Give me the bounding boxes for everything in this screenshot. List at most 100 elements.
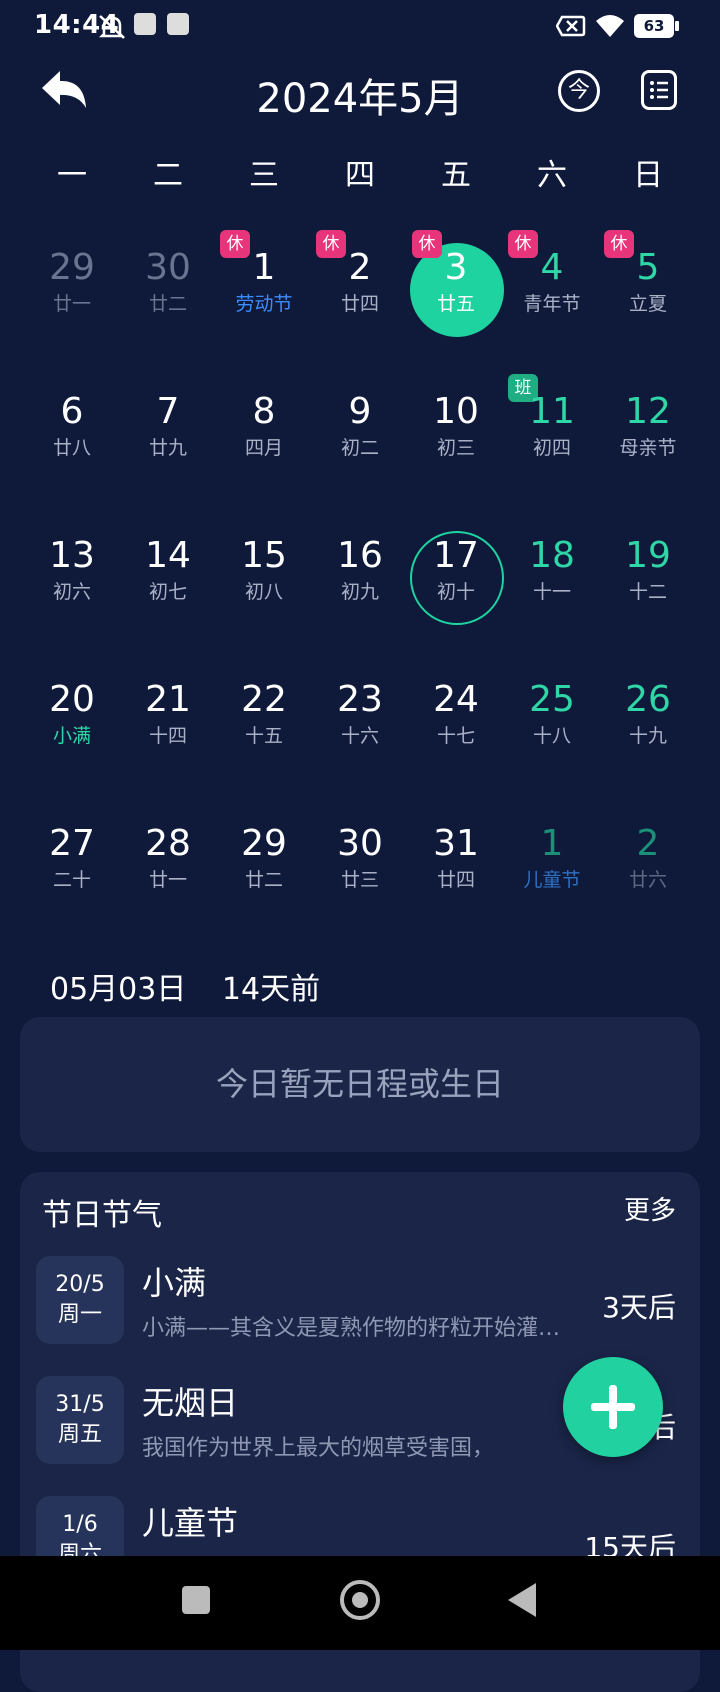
weekday-header: 一 二 三 四 五 六 日 [24, 150, 696, 196]
day-number: 2 [348, 247, 372, 288]
calendar-day[interactable]: 休 5 立夏 [600, 218, 696, 362]
home-button[interactable] [340, 1580, 380, 1620]
day-number: 9 [348, 391, 372, 432]
status-bar: 14:44 63 [0, 0, 720, 54]
calendar-day[interactable]: 2 廿六 [600, 794, 696, 938]
calendar-day[interactable]: 25 十八 [504, 650, 600, 794]
add-event-button[interactable] [563, 1357, 663, 1457]
recents-button[interactable] [182, 1586, 210, 1614]
calendar-day[interactable]: 14 初七 [120, 506, 216, 650]
list-view-icon[interactable] [641, 70, 677, 110]
day-number: 1 [540, 823, 564, 864]
calendar-day[interactable]: 22 十五 [216, 650, 312, 794]
lunar-date: 十六 [340, 725, 379, 747]
day-number: 15 [241, 535, 287, 576]
calendar-day[interactable]: 9 初二 [312, 362, 408, 506]
day-number: 2 [636, 823, 660, 864]
day-number: 28 [145, 823, 191, 864]
nav-back-button[interactable] [508, 1583, 536, 1617]
day-number: 24 [433, 679, 479, 720]
calendar-day[interactable]: 12 母亲节 [600, 362, 696, 506]
calendar-day[interactable]: 26 十九 [600, 650, 696, 794]
calendar-day[interactable]: 休 1 劳动节 [216, 218, 312, 362]
month-title[interactable]: 2024年5月 [0, 66, 720, 124]
calendar-day[interactable]: 30 廿三 [312, 794, 408, 938]
day-number: 1 [252, 247, 276, 288]
calendar-day[interactable]: 28 廿一 [120, 794, 216, 938]
day-number: 12 [625, 391, 671, 432]
calendar-day[interactable]: 21 十四 [120, 650, 216, 794]
festival-weekday: 周一 [57, 1302, 102, 1327]
calendar-day[interactable]: 24 十七 [408, 650, 504, 794]
weekday-label: 一 [57, 158, 87, 193]
calendar-day[interactable]: 休 2 廿四 [312, 218, 408, 362]
day-number: 6 [60, 391, 84, 432]
calendar-day[interactable]: 1 儿童节 [504, 794, 600, 938]
day-number: 14 [145, 535, 191, 576]
festival-label: 劳动节 [235, 293, 293, 315]
day-number: 20 [49, 679, 95, 720]
lunar-date: 廿八 [52, 437, 91, 459]
wifi-icon [596, 15, 624, 37]
festival-label: 青年节 [523, 293, 581, 315]
calendar-day-selected[interactable]: 休 3 廿五 [408, 218, 504, 362]
day-number: 3 [444, 247, 468, 288]
calendar-day[interactable]: 8 四月 [216, 362, 312, 506]
day-number: 23 [337, 679, 383, 720]
more-link[interactable]: 更多 [624, 1190, 676, 1227]
festival-name: 儿童节 [142, 1504, 239, 1542]
app-header: 2024年5月 今 [0, 60, 720, 124]
lunar-date: 廿九 [148, 437, 187, 459]
lunar-date: 十八 [532, 725, 571, 747]
lunar-date: 初六 [52, 581, 91, 603]
festival-countdown: 3天后 [602, 1291, 676, 1324]
selected-date: 05月03日 [50, 972, 187, 1007]
mute-icon [98, 15, 126, 39]
lunar-date: 初九 [340, 581, 379, 603]
calendar-day[interactable]: 班 11 初四 [504, 362, 600, 506]
lunar-date: 廿一 [148, 869, 187, 891]
calendar-week-row: 27 二十 28 廿一 29 廿二 30 廿三 31 廿四 1 儿童节 2 廿六 [24, 794, 696, 938]
festival-date: 1/6 [62, 1512, 98, 1537]
festival-desc: 小满——其含义是夏熟作物的籽粒开始灌浆饱满 [142, 1316, 562, 1341]
weekday-label: 三 [249, 158, 279, 193]
lunar-date: 初十 [436, 581, 475, 603]
calendar-day[interactable]: 休 4 青年节 [504, 218, 600, 362]
calendar-day[interactable]: 16 初九 [312, 506, 408, 650]
calendar-day[interactable]: 13 初六 [24, 506, 120, 650]
lunar-date: 初八 [244, 581, 283, 603]
lunar-date: 十一 [532, 581, 571, 603]
day-number: 7 [156, 391, 180, 432]
day-number: 27 [49, 823, 95, 864]
calendar-day[interactable]: 19 十二 [600, 506, 696, 650]
day-number: 29 [49, 247, 95, 288]
calendar-day[interactable]: 7 廿九 [120, 362, 216, 506]
lunar-date: 十七 [436, 725, 475, 747]
calendar-day[interactable]: 31 廿四 [408, 794, 504, 938]
relative-days: 14天前 [221, 972, 321, 1007]
day-number: 19 [625, 535, 671, 576]
calendar-day[interactable]: 20 小满 [24, 650, 120, 794]
calendar-day[interactable]: 18 十一 [504, 506, 600, 650]
no-sim-icon [556, 15, 586, 37]
calendar-day[interactable]: 30 廿二 [120, 218, 216, 362]
calendar-day[interactable]: 6 廿八 [24, 362, 120, 506]
calendar-day[interactable]: 15 初八 [216, 506, 312, 650]
day-number: 25 [529, 679, 575, 720]
calendar-day[interactable]: 29 廿一 [24, 218, 120, 362]
festivals-heading: 节日节气 [42, 1198, 162, 1233]
calendar-day[interactable]: 23 十六 [312, 650, 408, 794]
solar-term-label: 小满 [52, 725, 91, 747]
calendar-week-row: 29 廿一 30 廿二 休 1 劳动节 休 2 廿四 休 3 廿五 休 4 青年… [24, 218, 696, 362]
calendar-day[interactable]: 27 二十 [24, 794, 120, 938]
solar-term-label: 立夏 [628, 293, 667, 315]
calendar-day[interactable]: 10 初三 [408, 362, 504, 506]
day-number: 10 [433, 391, 479, 432]
calendar-day[interactable]: 29 廿二 [216, 794, 312, 938]
today-button[interactable]: 今 [558, 70, 600, 112]
lunar-date: 四月 [244, 437, 283, 459]
festival-item[interactable]: 20/5 周一 小满 小满——其含义是夏熟作物的籽粒开始灌浆饱满 3天后 [36, 1256, 686, 1356]
day-number: 30 [145, 247, 191, 288]
calendar-day-today[interactable]: 17 初十 [408, 506, 504, 650]
lunar-date: 十九 [628, 725, 667, 747]
